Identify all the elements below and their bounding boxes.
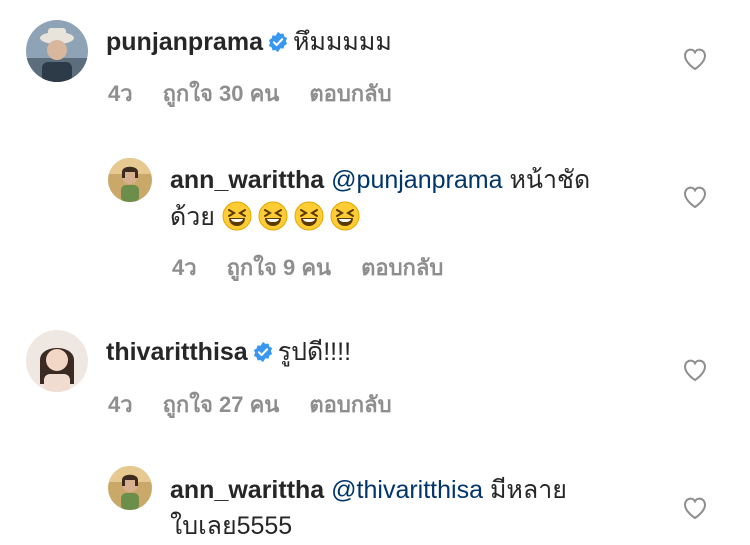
reply-button[interactable]: ตอบกลับ [309, 81, 391, 106]
timestamp: 4ว [108, 81, 133, 106]
username[interactable]: ann_warittha [170, 166, 324, 194]
mention-link[interactable]: @thivaritthisa [331, 476, 483, 504]
heart-outline-icon[interactable] [682, 496, 708, 520]
grinning-squinting-face-emoji [330, 201, 360, 231]
heart-outline-icon[interactable] [682, 358, 708, 382]
avatar-ann-warittha[interactable] [108, 158, 152, 202]
avatar-ann-warittha[interactable] [108, 466, 152, 510]
heart-outline-icon[interactable] [682, 185, 708, 209]
comment-body-line1: มีหลาย [489, 476, 567, 504]
comment-body-line2: ด้วย [170, 203, 215, 231]
avatar-thivaritthisa[interactable] [26, 330, 88, 392]
timestamp: 4ว [172, 255, 197, 280]
comment-body: หึมมมมม [292, 28, 392, 56]
comment-body: รูปดี!!!! [277, 338, 352, 366]
comment-text: thivaritthisa รูปดี!!!! [106, 334, 351, 370]
comment-text: ann_warittha @punjanprama หน้าชัด [170, 162, 590, 198]
username[interactable]: ann_warittha [170, 476, 324, 504]
comment-text-line2: ใบเลย5555 [170, 508, 292, 544]
comment-text: ann_warittha @thivaritthisa มีหลาย [170, 472, 567, 508]
comment-meta: 4ว ถูกใจ 30 คน ตอบกลับ [108, 76, 422, 111]
likes-count[interactable]: ถูกใจ 9 คน [227, 255, 332, 280]
comment-body-line1: หน้าชัด [509, 166, 591, 194]
avatar-punjanprama[interactable] [26, 20, 88, 82]
heart-outline-icon[interactable] [682, 47, 708, 71]
reply-button[interactable]: ตอบกลับ [361, 255, 443, 280]
grinning-squinting-face-emoji [222, 201, 252, 231]
timestamp: 4ว [108, 392, 133, 417]
username[interactable]: thivaritthisa [106, 338, 248, 366]
verified-badge-icon [253, 341, 272, 363]
comment-text-line2: ด้วย [170, 199, 366, 235]
comment-text: punjanprama หึมมมมม [106, 24, 392, 60]
comment-meta: 4ว ถูกใจ 27 คน ตอบกลับ [108, 387, 422, 422]
comment-body-line2: ใบเลย5555 [170, 512, 293, 540]
verified-badge-icon [268, 31, 288, 53]
reply-button[interactable]: ตอบกลับ [309, 392, 391, 417]
grinning-squinting-face-emoji [294, 201, 324, 231]
likes-count[interactable]: ถูกใจ 30 คน [163, 81, 280, 106]
grinning-squinting-face-emoji [258, 201, 288, 231]
likes-count[interactable]: ถูกใจ 27 คน [163, 392, 280, 417]
mention-link[interactable]: @punjanprama [331, 166, 502, 194]
comment-meta: 4ว ถูกใจ 9 คน ตอบกลับ [172, 250, 473, 285]
username[interactable]: punjanprama [106, 28, 263, 56]
